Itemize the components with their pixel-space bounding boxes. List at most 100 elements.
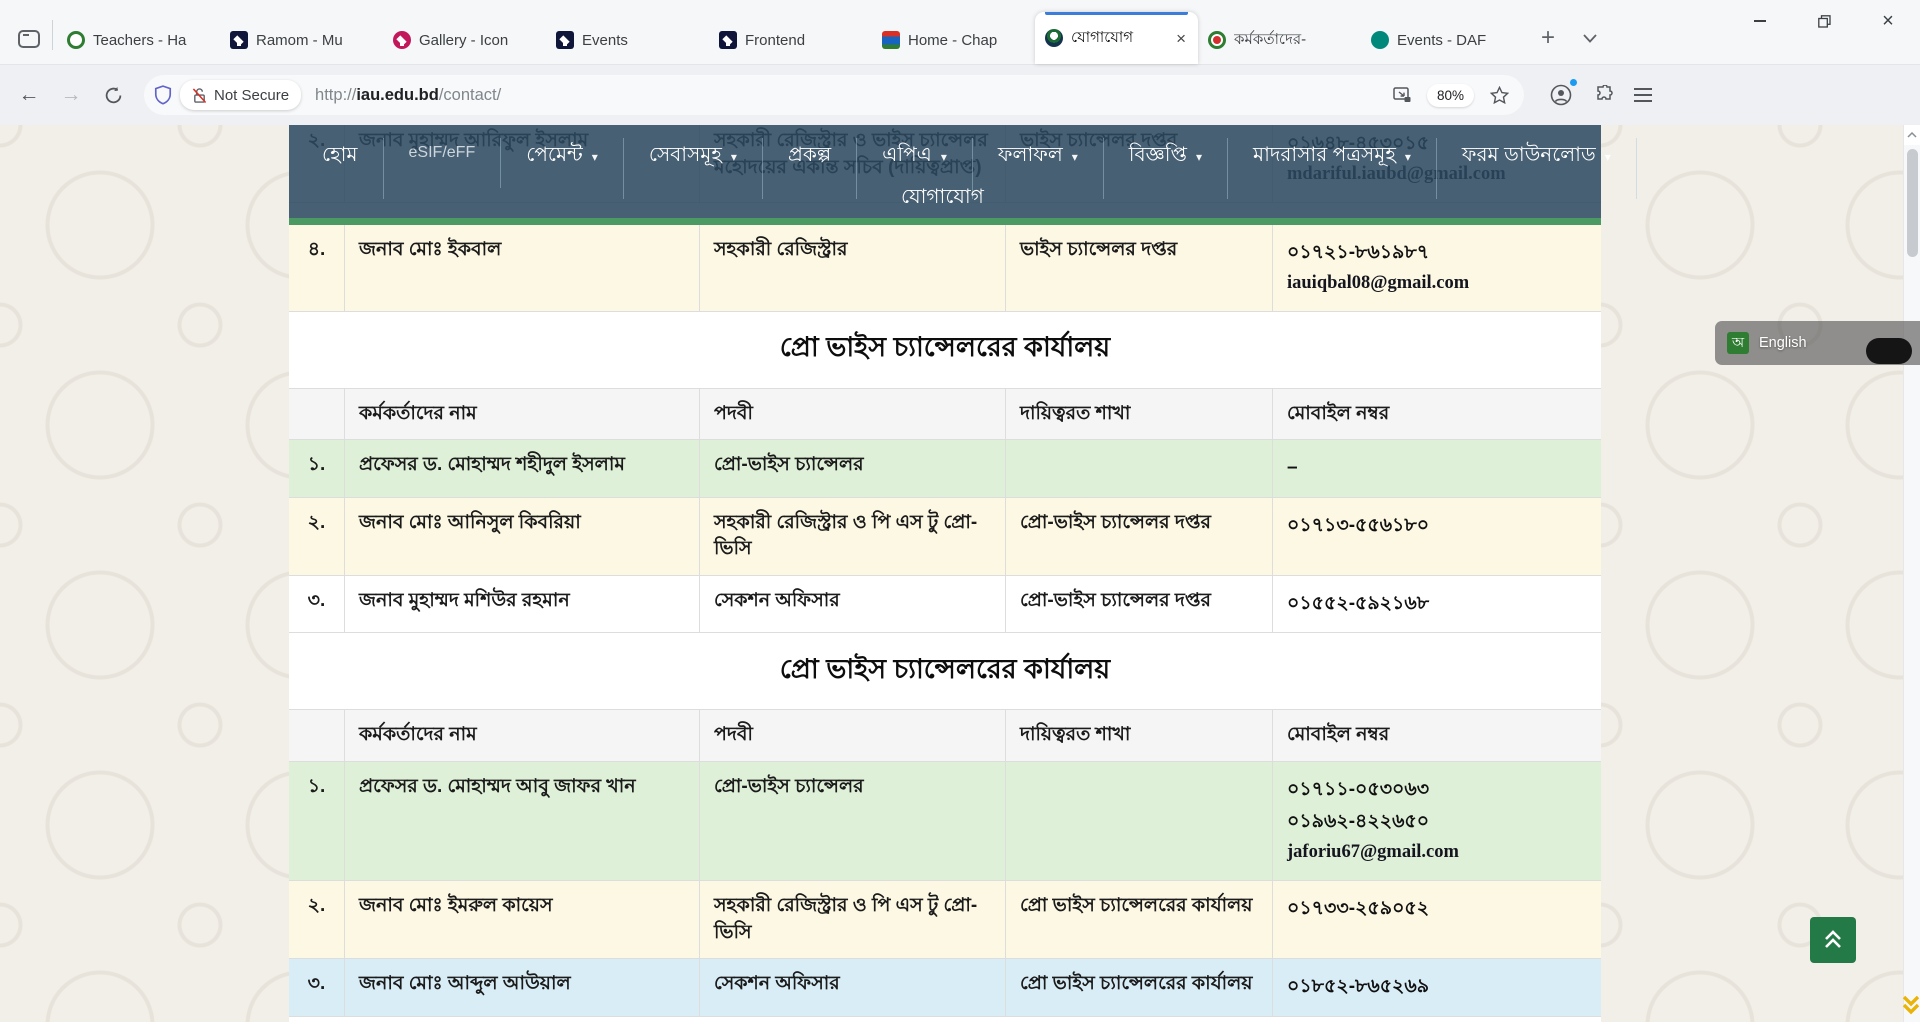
minimize-button[interactable] [1728,0,1792,42]
main-navigation: হোমeSIF/eFFপেমেন্ট▾সেবাসমূহ▾প্রকল্পএপিএ▾… [289,125,1601,225]
section-title: প্রো ভাইস চ্যান্সেলরের কার্যালয় [780,649,1110,694]
chevron-down-icon: ▾ [1605,150,1611,164]
avatar-icon [1550,84,1572,106]
close-button[interactable]: × [1856,0,1920,42]
nav-item-label: প্রকল্প [788,140,831,173]
tab-title: Events - DAF [1397,32,1514,49]
maximize-button[interactable] [1792,0,1856,42]
nav-item-label: eSIF/eFF [409,144,476,162]
cell-mobile: ০১৭৩৩-২৫৯০৫২ [1273,881,1601,958]
cell-name: জনাব মোঃ আনিসুল কিবরিয়া [345,498,700,575]
back-button[interactable]: ← [10,76,48,114]
email-address: jaforiu67@gmail.com [1287,838,1587,868]
nav-item-1[interactable]: হোম [297,138,384,199]
browser-tab-6[interactable]: Home - Chap [872,16,1035,64]
cell-name: জনাব মুহাম্মদ মশিউর রহমান [345,576,700,632]
cursor-hand-icon [1866,338,1912,364]
browser-tab-8[interactable]: কর্মকর্তাদের- [1198,16,1361,64]
cell-mobile: ০১৫৫২-৫৯২১৬৮ [1273,576,1601,632]
browser-tab-7[interactable]: যোগাযোগ× [1035,12,1198,64]
cell-num: ১. [289,762,345,880]
nav-item-10[interactable]: ফরম ডাউনলোড ▾ [1437,138,1637,199]
chevron-down-icon: ▾ [1072,150,1078,164]
nav-item-label: ফলাফল [998,140,1063,173]
puzzle-icon [1595,85,1615,105]
double-chevron-down-yellow-icon [1898,995,1920,1015]
scroll-to-top-button[interactable] [1810,917,1856,963]
toolbar-right-actions [1546,80,1652,110]
cell-position: সেকশন অফিসার [700,576,1006,632]
browser-tab-9[interactable]: Events - DAF [1361,16,1524,64]
nav-item-3[interactable]: পেমেন্ট▾ [501,138,624,199]
nav-item-7[interactable]: ফলাফল ▾ [973,138,1104,199]
restore-icon [1818,15,1831,28]
extensions-button[interactable] [1590,80,1620,110]
nav-item-label: বিজ্ঞপ্তি [1129,140,1187,173]
cell-position: সহকারী রেজিস্ট্রার ও পি এস টু প্রো-ভিসি [700,498,1006,575]
chevron-down-icon [1583,34,1597,43]
refresh-button[interactable] [94,76,132,114]
tracking-prevention-shield-icon[interactable] [154,85,172,105]
contact-sections: প্রো ভাইস চ্যান্সেলরের কার্যালয় কর্মকর্ত… [289,312,1601,1017]
nav-item-4[interactable]: সেবাসমূহ▾ [624,138,763,199]
cell-position: প্রো-ভাইস চ্যান্সেলর [700,440,1006,496]
page-scrollbar[interactable] [1903,125,1920,1022]
browser-toolbar: ← → Not Secure http://iau.edu.bd/contact… [0,64,1920,125]
browser-tab-5[interactable]: Frontend [709,16,872,64]
nav-item-8[interactable]: বিজ্ঞপ্তি▾ [1104,138,1228,199]
settings-menu-button[interactable] [1634,88,1652,102]
tab-title: Events [582,32,699,49]
browser-tab-3[interactable]: Gallery - Icon [383,16,546,64]
minimize-icon [1754,20,1766,22]
column-header: কর্মকর্তাদের নাম [345,710,700,761]
phone-number: ০১৫৫২-৫৯২১৬৮ [1287,588,1587,620]
new-tab-button[interactable]: + [1532,22,1564,54]
nav-item-2[interactable]: eSIF/eFF [384,138,502,188]
nav-item-label: ফরম ডাউনলোড [1462,140,1596,173]
content-column: ২.জনাব মুহাম্মদ আরিফুল ইসলামসহকারী রেজিস… [289,125,1601,1022]
scrollbar-thumb[interactable] [1907,149,1918,257]
send-to-device-icon[interactable] [1387,80,1417,110]
section-1-row-1: ১.প্রফেসর ড. মোহাম্মদ শহীদুল ইসলামপ্রো-ভ… [289,440,1601,497]
forward-button[interactable]: → [52,76,90,114]
cell-branch: প্রো ভাইস চ্যান্সেলরের কার্যালয় [1006,881,1273,958]
cell-position: সেকশন অফিসার [700,959,1006,1015]
browser-tab-1[interactable]: Teachers - Ha [57,16,220,64]
cell-position: প্রো-ভাইস চ্যান্সেলর [700,762,1006,880]
address-bar[interactable]: Not Secure http://iau.edu.bd/contact/ 80… [144,75,1524,115]
tab-favicon-icon [1371,31,1389,49]
favorite-star-icon[interactable] [1484,80,1514,110]
section-1-row-3: ৩.জনাব মুহাম্মদ মশিউর রহমানসেকশন অফিসারপ… [289,576,1601,633]
profile-button[interactable] [1546,80,1576,110]
chevron-down-icon: ▾ [592,150,598,164]
language-switcher[interactable]: অ English [1715,321,1920,365]
tab-close-icon[interactable]: × [1174,30,1188,47]
profile-notification-dot [1569,78,1578,87]
tab-favicon-icon [1208,31,1226,49]
cell-branch [1006,762,1273,880]
nav-item-5[interactable]: প্রকল্প [763,138,857,199]
url-text[interactable]: http://iau.edu.bd/contact/ [315,86,1379,105]
site-security-chip[interactable]: Not Secure [180,80,301,110]
section-title-block-1: প্রো ভাইস চ্যান্সেলরের কার্যালয় [289,312,1601,388]
chevron-down-icon: ▾ [1405,150,1411,164]
tab-title: Ramom - Mu [256,32,373,49]
cell-branch: প্রো-ভাইস চ্যান্সেলর দপ্তর [1006,576,1273,632]
section-title-block-2: প্রো ভাইস চ্যান্সেলরের কার্যালয় [289,633,1601,709]
cell-num: ৩. [289,959,345,1015]
cell-name: প্রফেসর ড. মোহাম্মদ আবু জাফর খান [345,762,700,880]
cell-branch: প্রো-ভাইস চ্যান্সেলর দপ্তর [1006,498,1273,575]
tab-actions-button[interactable] [12,22,46,56]
scroll-down-marker[interactable] [1898,995,1920,1020]
site-nav-region: ২.জনাব মুহাম্মদ আরিফুল ইসলামসহকারী রেজিস… [289,125,1601,225]
nav-item-9[interactable]: মাদরাসার পত্রসমূহ▾ [1228,138,1437,199]
nav-item-contact[interactable]: যোগাযোগ [901,182,984,215]
zoom-level-badge[interactable]: 80% [1427,84,1474,107]
tab-search-dropdown-button[interactable] [1574,22,1606,54]
scrollbar-up-arrow[interactable] [1904,125,1920,145]
phone-number: ০১৯৬২-৪২২৬৫০ [1287,806,1587,838]
browser-tab-4[interactable]: Events [546,16,709,64]
browser-tab-2[interactable]: Ramom - Mu [220,16,383,64]
tab-favicon-icon [882,31,900,49]
phone-number: – [1287,452,1587,484]
